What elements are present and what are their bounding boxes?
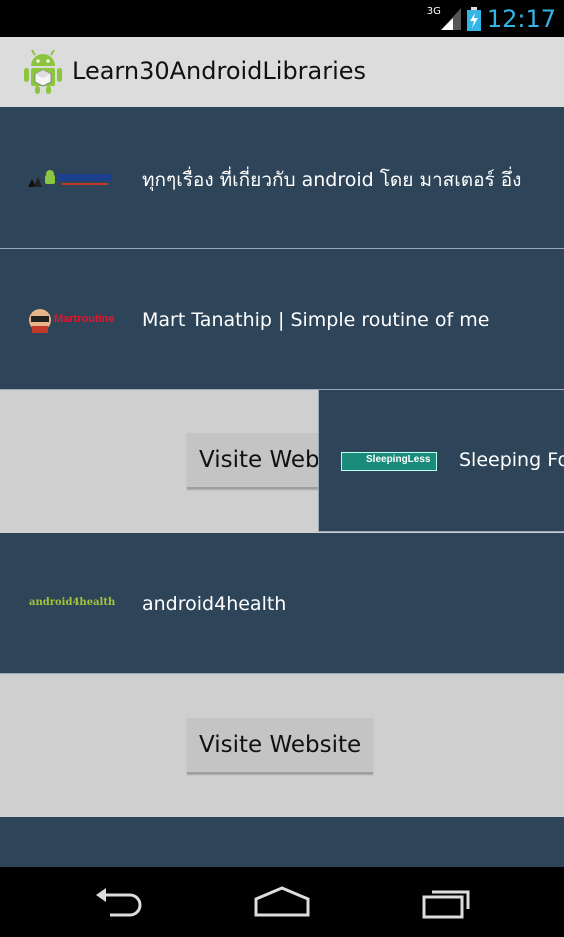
battery-charging-icon [466, 7, 481, 31]
signal-icon [440, 8, 461, 30]
android4health-logo: android4health [29, 597, 116, 608]
list-item[interactable]: SleepingLess Sleeping Fo [318, 390, 564, 532]
list-item[interactable]: ทุกๆเรื่อง ที่เกี่ยวกับ android โดย มาสเ… [0, 107, 564, 249]
list-item[interactable] [0, 817, 564, 867]
action-bar: Learn30AndroidLibraries [0, 37, 564, 107]
clock: 12:17 [486, 5, 556, 33]
list-item-label: ทุกๆเรื่อง ที่เกี่ยวกับ android โดย มาสเ… [142, 169, 522, 191]
recents-icon[interactable] [420, 885, 472, 919]
status-bar: 3G 12:17 [0, 0, 564, 37]
back-icon[interactable] [92, 885, 144, 919]
list-item-label: android4health [142, 593, 287, 615]
visit-website-button[interactable]: Visite Website [187, 718, 374, 774]
navigation-bar [0, 867, 564, 937]
app-title: Learn30AndroidLibraries [72, 57, 367, 85]
list-item-label: Mart Tanathip | Simple routine of me [142, 309, 490, 331]
sleepingless-logo: SleepingLess [341, 452, 437, 471]
list-item-expanded[interactable]: Visite Web SleepingLess Sleeping Fo [0, 390, 564, 532]
list-item-expanded[interactable]: Visite Website [0, 674, 564, 817]
android-robot-icon [24, 49, 62, 94]
status-icons: 3G 12:17 [421, 4, 556, 34]
list-item-label: Sleeping Fo [459, 449, 564, 471]
list-item[interactable]: android4health android4health [0, 533, 564, 674]
sleepingless-logo-text: SleepingLess [366, 454, 431, 465]
link-list[interactable]: ทุกๆเรื่อง ที่เกี่ยวกับ android โดย มาสเ… [0, 107, 564, 867]
home-icon[interactable] [254, 885, 310, 919]
list-item[interactable]: Martroutine Mart Tanathip | Simple routi… [0, 249, 564, 390]
martroutine-logo-text: Martroutine [54, 313, 115, 325]
android-logo [28, 170, 112, 187]
network-type-label: 3G [426, 5, 441, 17]
visit-website-button[interactable]: Visite Web [187, 433, 332, 489]
